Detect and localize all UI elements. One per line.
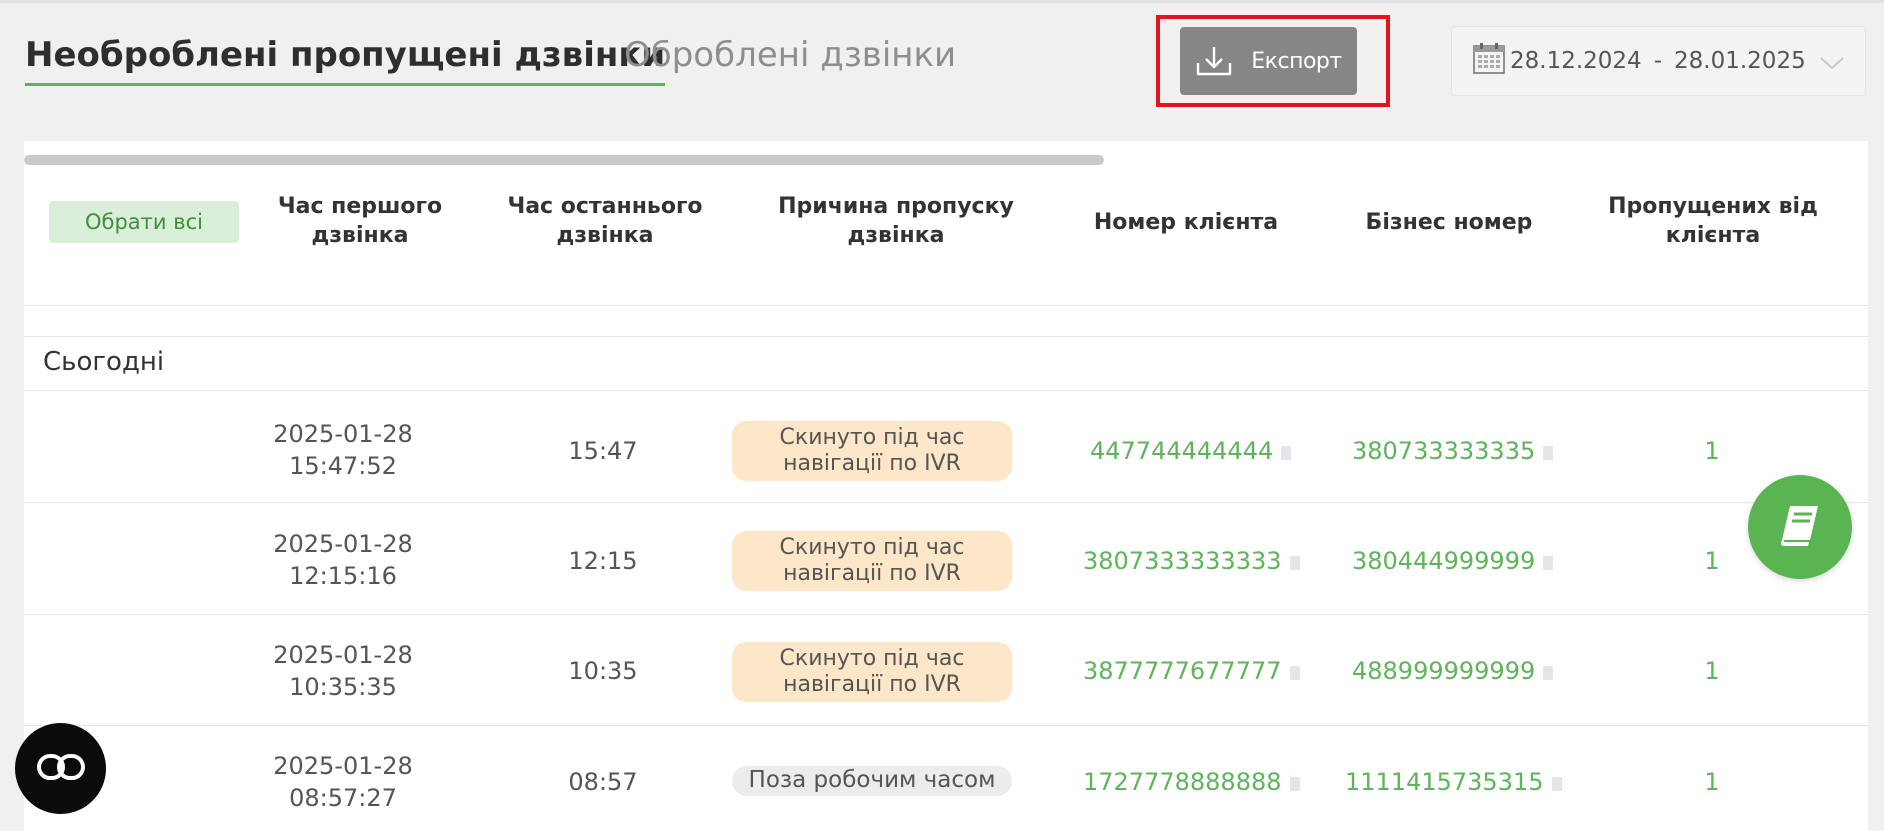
chat-logo-icon [36, 752, 86, 786]
copy-icon[interactable] [1551, 777, 1562, 791]
row-2-reason-badge: Скинуто під час навігації по IVR [732, 531, 1012, 591]
notes-floating-button[interactable] [1748, 475, 1852, 579]
header-last-call-line2: дзвінка [556, 223, 654, 248]
first-call-date: 2025-01-28 [273, 752, 413, 780]
header-reason-line2: дзвінка [847, 223, 945, 248]
header-first-call-line1: Час першого [277, 194, 443, 219]
first-call-date: 2025-01-28 [273, 641, 413, 669]
row-4-first-call: 2025-01-28 08:57:27 [218, 750, 468, 814]
row-1-client-number[interactable]: 447744444444 [1090, 437, 1292, 465]
header-missed-line2: клієнта [1665, 223, 1761, 248]
notebook-icon [1774, 500, 1826, 554]
reason-line1: Скинуто під час [779, 646, 965, 671]
header-business-number: Бізнес номер [1365, 210, 1533, 235]
copy-icon[interactable] [1543, 446, 1554, 460]
chat-widget-button[interactable] [15, 723, 106, 814]
row-2-client-number[interactable]: 3807333333333 [1083, 547, 1300, 575]
copy-icon[interactable] [1543, 666, 1554, 680]
header-first-call-line2: дзвінка [311, 223, 409, 248]
row-1-last-call: 15:47 [568, 437, 638, 465]
chevron-down-icon[interactable] [1819, 51, 1845, 77]
download-icon [1195, 44, 1233, 78]
row-3-missed-count: 1 [1704, 657, 1720, 685]
business-number-text: 380733333335 [1352, 437, 1536, 465]
row-divider [24, 502, 1868, 503]
select-all-button[interactable]: Обрати всі [49, 201, 239, 243]
row-3-last-call: 10:35 [568, 657, 638, 685]
export-label: Експорт [1251, 48, 1342, 74]
tab-processed-calls[interactable]: Оброблені дзвінки [624, 34, 956, 76]
header-last-call: Час останнього дзвінка [475, 192, 735, 250]
first-call-date: 2025-01-28 [273, 530, 413, 558]
row-1-reason-badge: Скинуто під час навігації по IVR [732, 421, 1012, 481]
tab-unprocessed-missed-calls[interactable]: Необроблені пропущені дзвінки [25, 34, 666, 86]
row-1-missed-count: 1 [1704, 437, 1720, 465]
row-2-business-number[interactable]: 380444999999 [1352, 547, 1554, 575]
row-3-client-number[interactable]: 3877777677777 [1083, 657, 1300, 685]
row-4-client-number[interactable]: 1727778888888 [1083, 768, 1300, 796]
row-1-first-call: 2025-01-28 15:47:52 [218, 418, 468, 482]
header-missed-line1: Пропущених від [1608, 194, 1818, 219]
date-from: 28.12.2024 [1510, 48, 1642, 74]
row-divider [24, 725, 1868, 726]
copy-icon[interactable] [1281, 446, 1292, 460]
row-3-business-number[interactable]: 488999999999 [1352, 657, 1554, 685]
date-to: 28.01.2025 [1674, 48, 1806, 74]
copy-icon[interactable] [1543, 556, 1554, 570]
reason-line2: навігації по IVR [783, 451, 961, 476]
row-2-first-call: 2025-01-28 12:15:16 [218, 528, 468, 592]
header-reason: Причина пропуску дзвінка [766, 192, 1026, 250]
divider [24, 305, 1868, 306]
copy-icon[interactable] [1289, 556, 1300, 570]
reason-line1: Скинуто під час [779, 535, 965, 560]
row-3-first-call: 2025-01-28 10:35:35 [218, 639, 468, 703]
first-call-time: 15:47:52 [289, 452, 397, 480]
group-label-today: Сьогодні [43, 347, 165, 377]
row-4-business-number[interactable]: 1111415735315 [1345, 768, 1562, 796]
row-2-last-call: 12:15 [568, 547, 638, 575]
row-4-last-call: 08:57 [568, 768, 638, 796]
date-range-picker[interactable]: 28.12.2024 - 28.01.2025 [1451, 26, 1866, 96]
reason-line2: навігації по IVR [783, 561, 961, 586]
divider [24, 336, 1868, 337]
copy-icon[interactable] [1289, 777, 1300, 791]
row-divider [24, 614, 1868, 615]
header-missed-from-client: Пропущених від клієнта [1583, 192, 1843, 250]
first-call-date: 2025-01-28 [273, 420, 413, 448]
business-number-text: 380444999999 [1352, 547, 1536, 575]
row-4-reason-badge: Поза робочим часом [732, 766, 1012, 796]
export-button[interactable]: Експорт [1180, 27, 1357, 95]
divider [24, 390, 1868, 391]
reason-line1: Скинуто під час [779, 425, 965, 450]
top-border [0, 0, 1884, 3]
row-1-business-number[interactable]: 380733333335 [1352, 437, 1554, 465]
client-number-text: 3807333333333 [1083, 547, 1282, 575]
client-number-text: 447744444444 [1090, 437, 1274, 465]
business-number-text: 1111415735315 [1345, 768, 1544, 796]
copy-icon[interactable] [1289, 666, 1300, 680]
row-3-reason-badge: Скинуто під час навігації по IVR [732, 642, 1012, 702]
first-call-time: 08:57:27 [289, 784, 397, 812]
client-number-text: 1727778888888 [1083, 768, 1282, 796]
row-4-missed-count: 1 [1704, 768, 1720, 796]
header-first-call: Час першого дзвінка [230, 192, 490, 250]
business-number-text: 488999999999 [1352, 657, 1536, 685]
calendar-icon [1472, 41, 1506, 81]
header-client-number: Номер клієнта [1093, 210, 1279, 235]
header-last-call-line1: Час останнього [507, 194, 703, 219]
client-number-text: 3877777677777 [1083, 657, 1282, 685]
header-reason-line1: Причина пропуску [778, 194, 1014, 219]
horizontal-scrollbar[interactable] [24, 155, 1104, 165]
date-separator: - [1653, 48, 1663, 74]
reason-line2: навігації по IVR [783, 672, 961, 697]
first-call-time: 10:35:35 [289, 673, 397, 701]
first-call-time: 12:15:16 [289, 562, 397, 590]
